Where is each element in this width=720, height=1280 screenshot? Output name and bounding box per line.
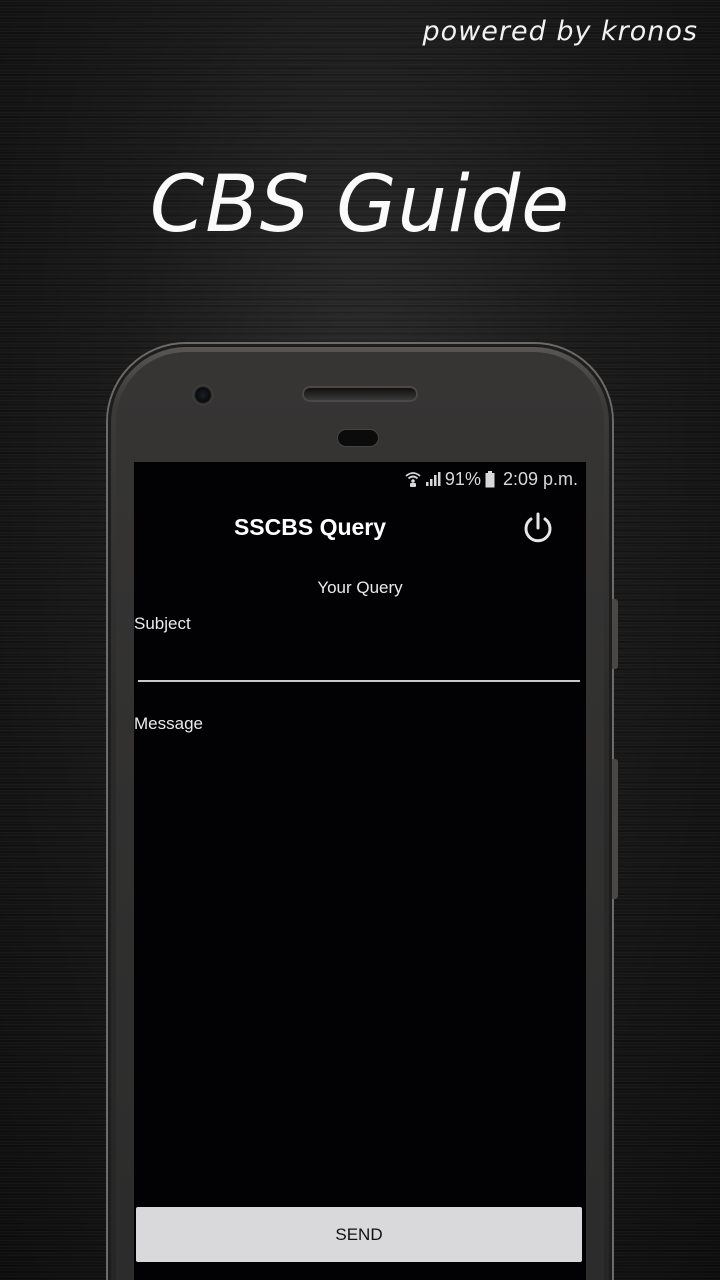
front-camera-icon bbox=[192, 384, 214, 406]
proximity-sensor bbox=[338, 430, 378, 446]
earpiece-speaker bbox=[304, 388, 416, 400]
wifi-calling-icon bbox=[405, 470, 421, 488]
app-screen: 91% 2:09 p.m. SSCBS Query Your Query Sub… bbox=[134, 462, 586, 1280]
message-label: Message bbox=[134, 714, 203, 733]
powered-by-text: powered by kronos bbox=[422, 16, 698, 47]
promo-title: CBS Guide bbox=[149, 160, 571, 250]
phone-volume-key bbox=[612, 759, 618, 899]
subject-input[interactable] bbox=[138, 638, 580, 682]
power-icon[interactable] bbox=[520, 510, 556, 546]
message-input[interactable] bbox=[138, 734, 580, 1194]
subject-label: Subject bbox=[134, 614, 191, 633]
phone-power-key bbox=[612, 599, 618, 669]
status-time: 2:09 p.m. bbox=[502, 468, 578, 489]
signal-icon bbox=[425, 471, 441, 487]
toolbar-title: SSCBS Query bbox=[233, 514, 387, 540]
send-button[interactable]: SEND bbox=[136, 1207, 582, 1262]
status-bar: 91% 2:09 p.m. bbox=[405, 468, 578, 490]
phone-frame: 91% 2:09 p.m. SSCBS Query Your Query Sub… bbox=[108, 344, 618, 1280]
battery-percent: 91% bbox=[444, 468, 481, 489]
section-title: Your Query bbox=[317, 578, 403, 597]
battery-icon bbox=[485, 470, 495, 488]
